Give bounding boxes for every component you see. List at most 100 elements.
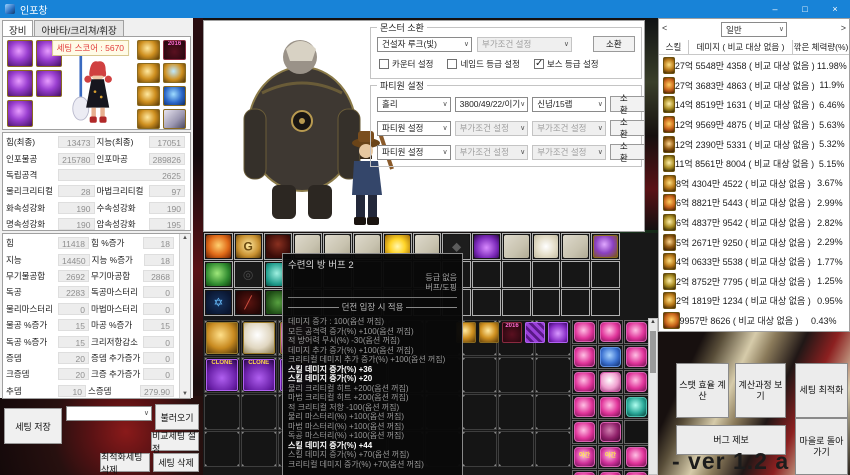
item-slot[interactable]	[462, 431, 498, 467]
scroll-down-icon[interactable]: ▼	[180, 391, 190, 397]
avatar-orb-slot[interactable]	[598, 370, 623, 394]
equip-slot[interactable]	[162, 85, 187, 107]
skill-damage-row[interactable]: 14억 8519만 1631 ( 비교 대상 없음 )6.46%	[659, 95, 849, 115]
avatar-slot[interactable]	[478, 321, 500, 344]
skill-damage-row[interactable]: 11억 8561만 8004 ( 비교 대상 없음 )5.15%	[659, 154, 849, 174]
stat-efficiency-button[interactable]: 스탯 효율 계산	[676, 363, 729, 418]
skill-damage-row[interactable]: 4억 0633만 5538 ( 비교 대상 없음 )1.77%	[659, 252, 849, 272]
item-slot[interactable]	[462, 394, 498, 430]
item-slot[interactable]	[204, 431, 240, 467]
scroll-up-icon[interactable]: ▲	[180, 235, 190, 241]
skill-damage-row[interactable]: 27억 5548만 4358 ( 비교 대상 없음 )11.98%	[659, 56, 849, 76]
summon-button[interactable]: 소환	[610, 144, 645, 160]
checkbox-unchecked[interactable]: 네임드 등급 설정	[447, 58, 519, 70]
avatar-orb-slot[interactable]	[572, 420, 597, 444]
buff-slot[interactable]	[561, 233, 590, 260]
save-setting-button[interactable]: 세팅 저장	[4, 408, 62, 444]
return-town-button[interactable]: 마을로 돌아가기	[795, 418, 848, 475]
avatar-orb-slot[interactable]	[572, 370, 597, 394]
compare-setting-button[interactable]: 비교세팅 설정	[151, 432, 199, 451]
equip-slot[interactable]	[162, 62, 187, 84]
scroll-up-icon[interactable]: ▲	[649, 319, 657, 325]
skill-damage-row[interactable]: 12억 2390만 5331 ( 비교 대상 없음 )5.32%	[659, 134, 849, 154]
item-slot[interactable]	[241, 394, 277, 430]
avatar-orb-slot[interactable]: 야간	[572, 445, 597, 469]
item-slot[interactable]	[498, 394, 534, 430]
calc-process-button[interactable]: 계산과정 보기	[735, 363, 786, 418]
equip-slot[interactable]	[136, 39, 161, 61]
checkbox-checked[interactable]: 보스 등급 설정	[534, 58, 599, 70]
avatar-orb-slot[interactable]: 야간	[598, 445, 623, 469]
item-slot[interactable]	[535, 394, 571, 430]
party-select[interactable]: 홀리∨	[377, 97, 451, 112]
setting-optimize-button[interactable]: 세팅 최적화	[795, 363, 848, 418]
minimize-button[interactable]: –	[760, 0, 790, 18]
buff-slot[interactable]	[472, 261, 501, 288]
skill-damage-row[interactable]: 5억 2671만 9250 ( 비교 대상 없음 )2.29%	[659, 232, 849, 252]
close-button[interactable]: ×	[820, 0, 850, 18]
avatar-orb-slot[interactable]	[624, 445, 649, 469]
item-slot[interactable]: CLONE	[241, 357, 277, 393]
buff-slot[interactable]	[532, 289, 561, 316]
avatar-slot[interactable]: 2016	[501, 321, 523, 344]
load-setting-button[interactable]: 불러오기	[155, 404, 199, 430]
avatar-orb-slot[interactable]	[598, 345, 623, 369]
avatar-orb-slot[interactable]	[598, 320, 623, 344]
equip-slot[interactable]	[136, 62, 161, 84]
skill-damage-row[interactable]: 2억 8752만 7795 ( 비교 대상 없음 )1.25%	[659, 272, 849, 292]
equip-slot[interactable]	[162, 108, 187, 130]
delete-setting-button[interactable]: 세팅 삭제	[153, 453, 199, 472]
tab-equipment[interactable]: 장비	[2, 20, 33, 36]
item-slot[interactable]	[462, 357, 498, 393]
buff-slot[interactable]	[591, 233, 620, 260]
avatar-orb-slot[interactable]	[624, 420, 649, 444]
delete-optimized-setting-button[interactable]: 최적화세팅 삭제	[100, 453, 150, 472]
avatar-orb-slot[interactable]	[572, 320, 597, 344]
avatar-slot[interactable]	[524, 321, 546, 344]
checkbox-unchecked[interactable]: 카운터 설정	[379, 58, 433, 70]
equip-slot[interactable]: 2016	[162, 39, 187, 61]
buff-slot[interactable]	[204, 261, 233, 288]
scrollbar-thumb[interactable]	[650, 331, 656, 373]
skill-damage-row[interactable]: 8억 4304만 4522 ( 비교 대상 없음 )3.67%	[659, 174, 849, 194]
equip-slot[interactable]	[6, 69, 34, 98]
avatar-orb-slot[interactable]	[572, 395, 597, 419]
buff-slot[interactable]: ◎	[234, 261, 263, 288]
buff-slot[interactable]	[591, 261, 620, 288]
grid-scrollbar[interactable]: ▲	[648, 318, 658, 475]
setting-select[interactable]: ∨	[66, 406, 152, 421]
equip-slot[interactable]	[6, 39, 34, 68]
stats-scrollbar[interactable]: ▲ ▼	[179, 234, 190, 398]
item-slot[interactable]	[535, 431, 571, 467]
prev-page-button[interactable]: <	[662, 23, 667, 33]
avatar-orb-slot[interactable]	[624, 470, 649, 475]
buff-slot[interactable]	[561, 289, 590, 316]
equip-slot[interactable]	[35, 99, 63, 128]
item-slot[interactable]	[498, 357, 534, 393]
category-select[interactable]: 일반∨	[721, 22, 787, 37]
buff-slot[interactable]	[532, 233, 561, 260]
next-page-button[interactable]: >	[841, 23, 846, 33]
summon-button[interactable]: 소환	[593, 36, 635, 52]
equip-slot[interactable]	[35, 69, 63, 98]
party-select[interactable]: 3800/49/22/이기∨	[455, 97, 529, 112]
skill-damage-row[interactable]: 27억 3683만 4863 ( 비교 대상 없음 )11.9%	[659, 76, 849, 96]
avatar-orb-slot[interactable]	[624, 345, 649, 369]
buff-slot[interactable]	[502, 289, 531, 316]
equip-slot[interactable]	[136, 108, 161, 130]
monster-select[interactable]: 건설자 루크(빛)∨	[377, 37, 472, 52]
skill-damage-row[interactable]: 9957만 8626 ( 비교 대상 없음 )0.43%	[659, 311, 849, 331]
avatar-orb-slot[interactable]	[598, 420, 623, 444]
party-select[interactable]: 신념/15랩∨	[532, 97, 606, 112]
skill-damage-row[interactable]: 12억 9569만 4875 ( 비교 대상 없음 )5.63%	[659, 115, 849, 135]
item-slot[interactable]	[204, 394, 240, 430]
avatar-slot[interactable]	[547, 321, 569, 344]
summon-button[interactable]: 소환	[610, 96, 645, 112]
avatar-orb-slot[interactable]	[572, 345, 597, 369]
buff-slot[interactable]	[204, 233, 233, 260]
buff-slot[interactable]: ✡	[204, 289, 233, 316]
avatar-orb-slot[interactable]	[624, 395, 649, 419]
buff-slot[interactable]	[502, 233, 531, 260]
equip-slot[interactable]	[136, 85, 161, 107]
item-slot[interactable]	[498, 431, 534, 467]
